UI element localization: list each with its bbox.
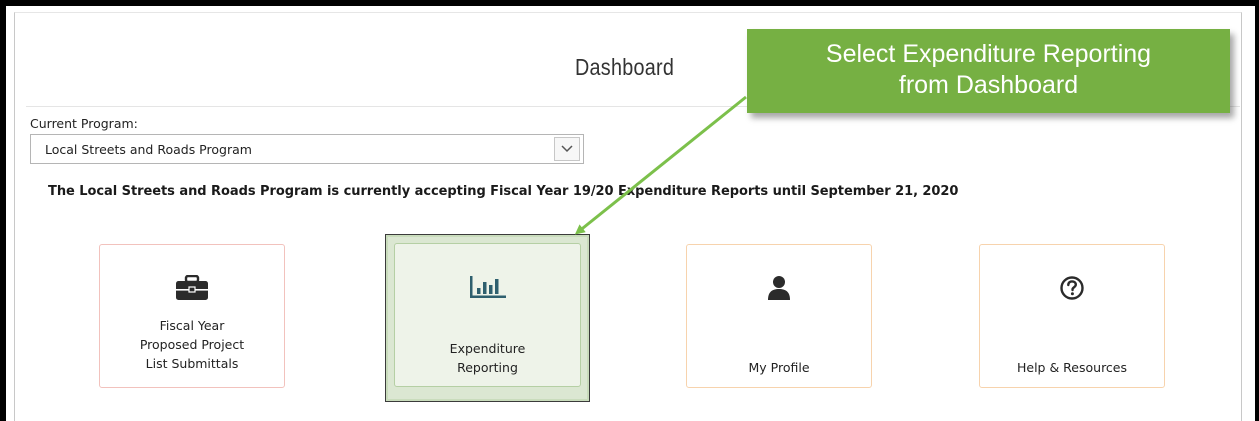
callout-arrow: [574, 95, 747, 235]
